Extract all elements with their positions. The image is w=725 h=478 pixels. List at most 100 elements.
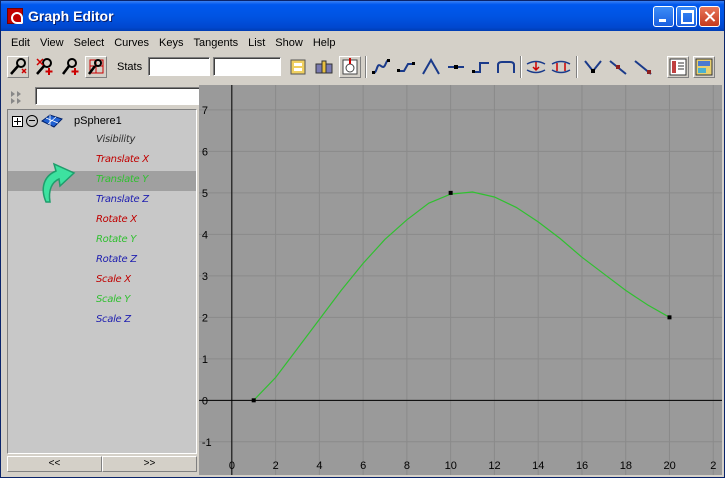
y-tick-label: 6	[202, 146, 208, 158]
y-tick-label: 1	[202, 354, 208, 366]
stepped-tangents-icon[interactable]	[470, 56, 492, 78]
menu-view[interactable]: View	[34, 35, 68, 53]
menu-curves[interactable]: Curves	[108, 35, 153, 53]
keyframe-point	[251, 398, 256, 403]
menu-select[interactable]: Select	[68, 35, 109, 53]
attribute-label: Rotate Y	[96, 234, 137, 245]
add-key-tool-icon[interactable]	[59, 56, 81, 78]
graph-background	[199, 85, 722, 475]
outliner-filter-bar	[7, 86, 201, 106]
x-tick-label: 2	[710, 460, 716, 472]
x-tick-label: 2	[273, 460, 279, 472]
y-tick-label: 5	[202, 188, 208, 200]
x-tick-label: 0	[229, 460, 235, 472]
stats-label: Stats	[117, 61, 143, 73]
lattice-deform-keys-icon[interactable]	[85, 56, 107, 78]
graph-view[interactable]: -1012345670 2 4 6 8 10 12 14 16 18 20 2	[199, 85, 722, 475]
flat-tangents-icon[interactable]	[445, 56, 467, 78]
polygon-mesh-icon	[41, 114, 63, 128]
frame-selection-icon[interactable]	[313, 56, 335, 78]
trax-editor-icon[interactable]	[693, 56, 715, 78]
title-bar[interactable]: Graph Editor	[1, 1, 724, 31]
x-tick-label: 8	[404, 460, 410, 472]
window-title: Graph Editor	[28, 8, 114, 24]
node-name: pSphere1	[74, 115, 122, 127]
attribute-label: Translate Y	[96, 174, 149, 185]
attribute-label: Scale Y	[96, 294, 131, 305]
attribute-label: Visibility	[96, 134, 136, 145]
x-tick-label: 14	[532, 460, 544, 472]
break-tangents-icon[interactable]	[525, 56, 547, 78]
x-tick-label: 10	[445, 460, 457, 472]
expand-node-icon[interactable]	[12, 116, 23, 127]
keyframe-point	[667, 315, 672, 320]
outliner-horizontal-scroll: << >>	[7, 456, 197, 472]
y-tick-label: 3	[202, 271, 208, 283]
frame-all-icon[interactable]	[287, 56, 309, 78]
menu-keys[interactable]: Keys	[153, 35, 187, 53]
lock-tangent-weight-icon[interactable]	[607, 56, 629, 78]
scroll-left-button[interactable]: <<	[7, 456, 102, 472]
outliner-filter-icon[interactable]	[9, 88, 29, 104]
free-tangent-weight-icon[interactable]	[582, 56, 604, 78]
x-tick-label: 18	[620, 460, 632, 472]
outliner-panel: pSphere1 Visibility Translate X Translate …	[7, 109, 197, 454]
insert-key-tool-icon[interactable]	[33, 56, 55, 78]
collapse-node-icon[interactable]	[26, 115, 38, 127]
dope-sheet-icon[interactable]	[667, 56, 689, 78]
maximize-button[interactable]	[676, 6, 697, 27]
x-tick-label: 12	[488, 460, 500, 472]
attribute-row[interactable]: Rotate Y	[8, 231, 196, 251]
toolbar: Stats	[5, 54, 720, 82]
y-tick-label: 0	[202, 395, 208, 407]
keyframe-point	[448, 190, 453, 195]
toolbar-separator	[576, 56, 578, 78]
highlight-arrow-icon	[42, 162, 76, 203]
attribute-row[interactable]: Visibility	[8, 131, 196, 151]
menu-edit[interactable]: Edit	[5, 35, 34, 53]
attribute-row[interactable]: Rotate X	[8, 211, 196, 231]
attribute-label: Rotate Z	[96, 254, 137, 265]
stats-field-frame[interactable]	[148, 57, 210, 76]
y-tick-label: -1	[202, 437, 212, 449]
maya-app-icon	[7, 8, 23, 24]
x-tick-label: 6	[360, 460, 366, 472]
attribute-label: Translate X	[96, 154, 149, 165]
frame-playback-range-icon[interactable]	[339, 56, 361, 78]
weighted-tangents-icon[interactable]	[632, 56, 654, 78]
x-tick-label: 4	[316, 460, 322, 472]
y-tick-label: 4	[202, 229, 208, 241]
attribute-row[interactable]: Scale X	[8, 271, 196, 291]
unify-tangents-icon[interactable]	[550, 56, 572, 78]
menu-tangents[interactable]: Tangents	[188, 35, 243, 53]
x-tick-label: 20	[663, 460, 675, 472]
close-button[interactable]	[699, 6, 720, 27]
clamped-tangents-icon[interactable]	[420, 56, 442, 78]
y-tick-label: 2	[202, 312, 208, 324]
move-key-tool-icon[interactable]	[7, 56, 29, 78]
attribute-label: Scale X	[96, 274, 131, 285]
toolbar-separator	[520, 56, 522, 78]
stats-field-value[interactable]	[213, 57, 281, 76]
graph-editor-window: Graph Editor Edit View Select Curves Key…	[0, 0, 725, 478]
minimize-button[interactable]	[653, 6, 674, 27]
menu-list[interactable]: List	[242, 35, 269, 53]
x-tick-label: 16	[576, 460, 588, 472]
attribute-row[interactable]: Rotate Z	[8, 251, 196, 271]
scroll-right-button[interactable]: >>	[102, 456, 197, 472]
attribute-label: Scale Z	[96, 314, 131, 325]
outliner-filter-input[interactable]	[35, 87, 201, 105]
menu-show[interactable]: Show	[269, 35, 307, 53]
attribute-row[interactable]: Scale Z	[8, 311, 196, 331]
menu-bar: Edit View Select Curves Keys Tangents Li…	[5, 35, 339, 53]
toolbar-separator	[365, 56, 367, 78]
attribute-row[interactable]: Scale Y	[8, 291, 196, 311]
plateau-tangents-icon[interactable]	[495, 56, 517, 78]
attribute-label: Rotate X	[96, 214, 137, 225]
linear-tangents-icon[interactable]	[395, 56, 417, 78]
y-tick-label: 7	[202, 105, 208, 117]
outliner-node-row[interactable]: pSphere1	[8, 113, 196, 129]
attribute-label: Translate Z	[96, 194, 149, 205]
spline-tangents-icon[interactable]	[370, 56, 392, 78]
menu-help[interactable]: Help	[307, 35, 340, 53]
